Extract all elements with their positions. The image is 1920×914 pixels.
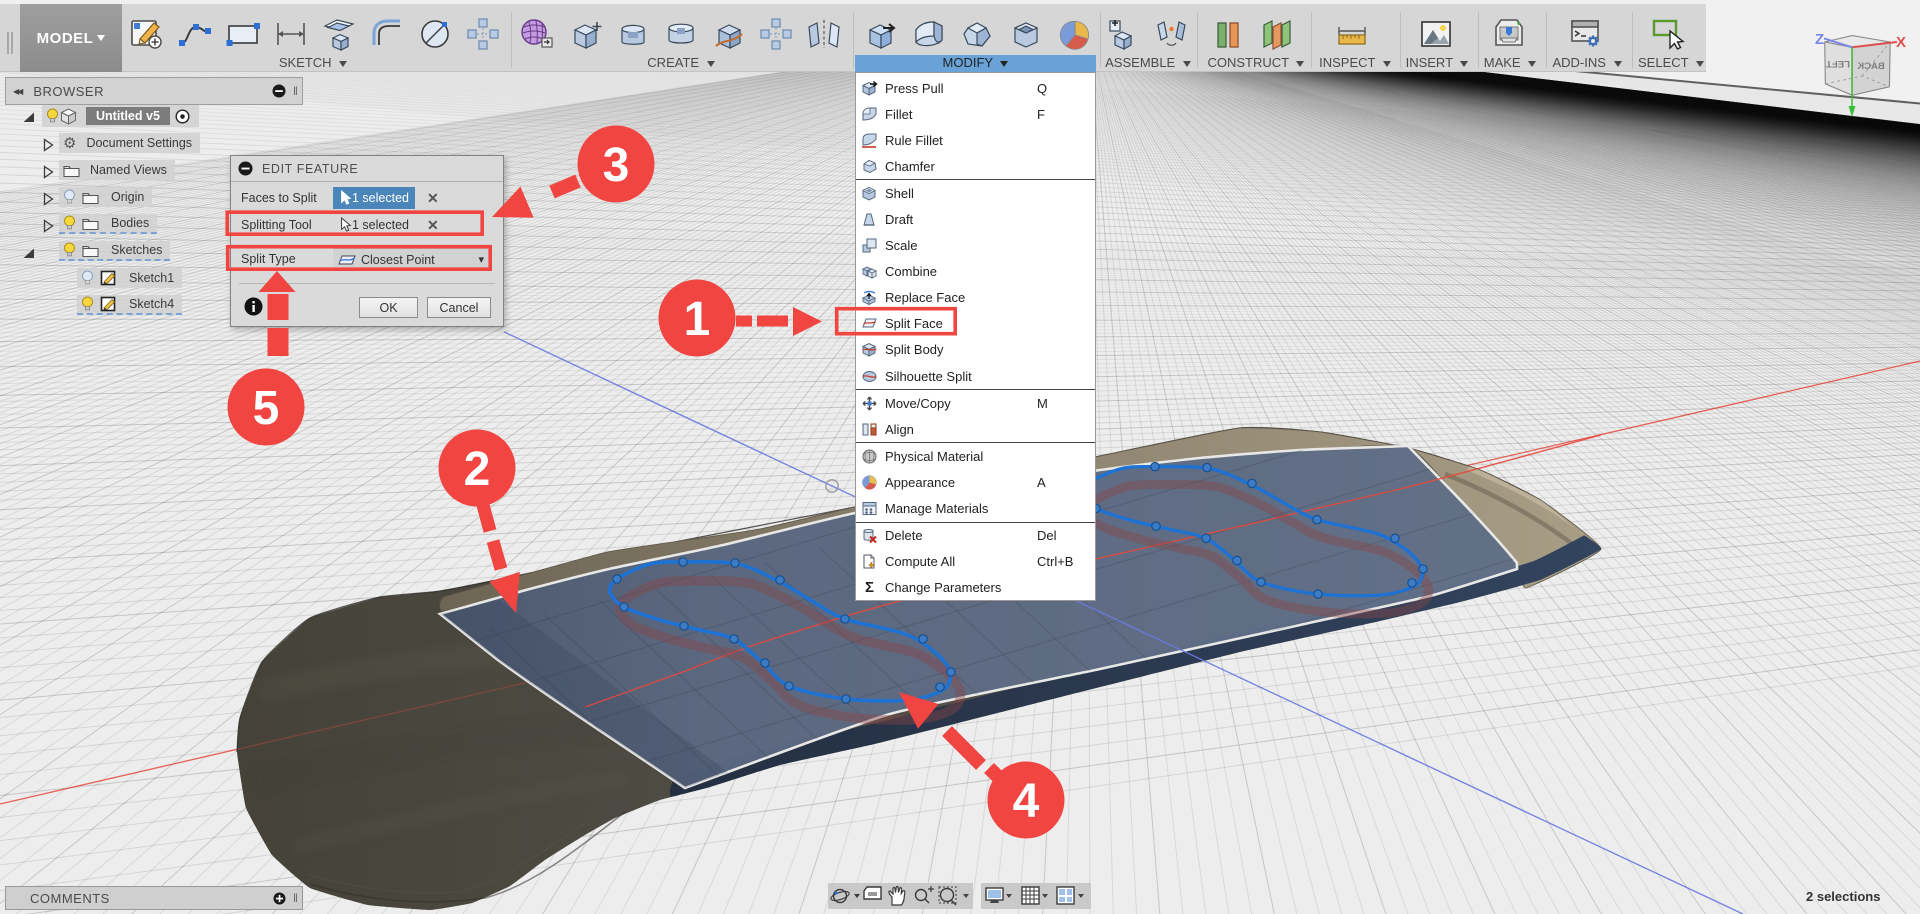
svg-text:LEFT: LEFT [1826,58,1850,69]
svg-text:BACK: BACK [1857,61,1885,72]
svg-text:Z: Z [1815,31,1824,48]
svg-text:X: X [1896,34,1906,51]
